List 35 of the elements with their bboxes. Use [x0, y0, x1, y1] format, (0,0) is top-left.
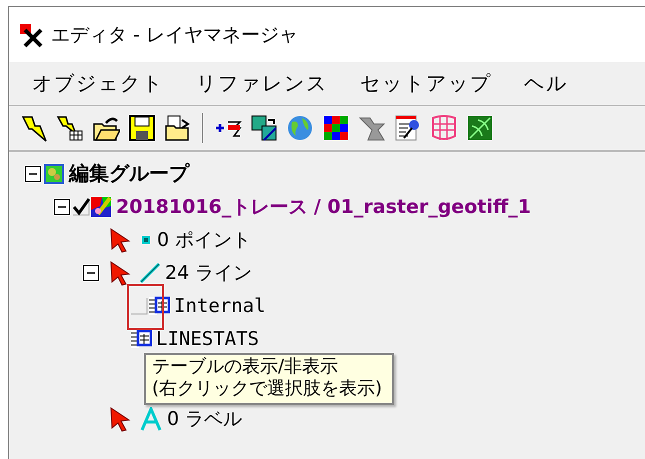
lightning-table-icon[interactable]	[56, 114, 84, 142]
menu-item[interactable]: オブジェクト	[29, 68, 167, 99]
tree-item-label[interactable]: 24 ライン	[165, 260, 252, 286]
tree-item-label[interactable]: 20181016_トレース / 01_raster_geotiff_1	[116, 194, 531, 220]
arrow-icon[interactable]	[109, 226, 131, 252]
letter-a-icon	[139, 406, 163, 430]
checkbox[interactable]	[130, 296, 148, 314]
tree-item-label[interactable]: 編集グループ	[69, 160, 189, 187]
menu-item[interactable]: リファレンス	[193, 68, 331, 99]
tree-item-label[interactable]: Internal	[174, 294, 266, 316]
lightning-icon[interactable]	[20, 114, 48, 142]
arrow-icon[interactable]	[109, 406, 131, 432]
grid-icon[interactable]	[430, 114, 458, 142]
table-icon	[130, 328, 152, 350]
tooltip-text: (右クリックで選択肢を表示)	[152, 378, 382, 400]
collapse-toggle[interactable]	[25, 166, 41, 182]
tree-item-label[interactable]: LINESTATS	[156, 328, 259, 350]
collapse-toggle[interactable]	[83, 264, 99, 280]
line-icon	[139, 262, 161, 284]
tree-item-label[interactable]: 0 ラベル	[167, 406, 242, 432]
window-title: エディタ - レイヤマネージャ	[51, 22, 298, 48]
tree-item-label[interactable]: 0 ポイント	[157, 226, 252, 252]
table-icon	[148, 294, 170, 316]
globe-icon[interactable]	[286, 114, 314, 142]
menu-item[interactable]: ヘル	[521, 68, 571, 99]
tooltip-text: テーブルの表示/非表示	[152, 356, 340, 378]
menu-item[interactable]: セットアップ	[357, 68, 495, 99]
app-icon	[19, 22, 45, 48]
collapse-toggle[interactable]	[54, 198, 70, 214]
color-grid-icon[interactable]	[322, 114, 350, 142]
checkbox[interactable]	[72, 198, 90, 216]
pin-icon[interactable]	[394, 114, 422, 142]
arrow-icon[interactable]	[109, 260, 131, 286]
folder-icon[interactable]	[164, 114, 192, 142]
save-icon[interactable]	[128, 114, 156, 142]
